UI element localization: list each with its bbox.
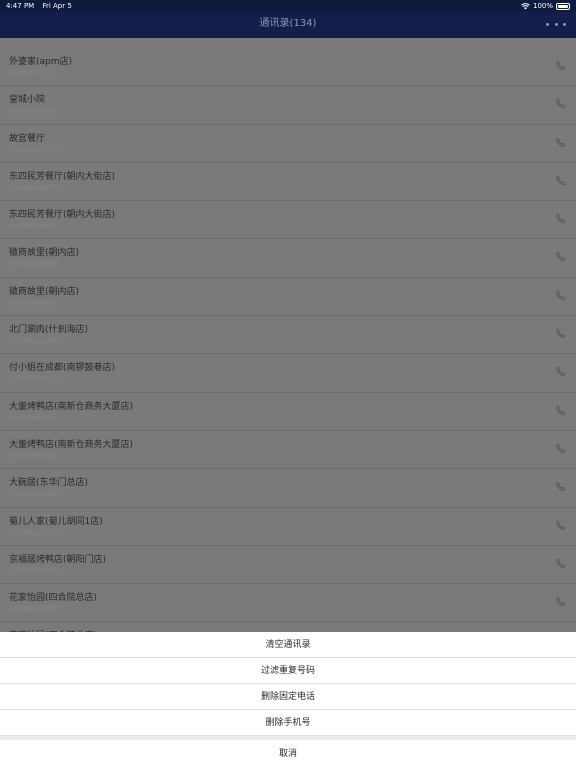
phone-icon[interactable] xyxy=(555,60,566,71)
contact-row[interactable]: 徽商故里(朝内店) 01058064665 xyxy=(0,239,576,278)
contact-phone: 01064058938 xyxy=(9,222,58,231)
page-title: 通讯录(134) xyxy=(259,18,317,29)
phone-icon[interactable] xyxy=(555,175,566,186)
cancel-button[interactable]: 取消 xyxy=(0,740,576,768)
battery-fill xyxy=(558,4,568,8)
contact-name: 大董烤鸭店(南新仓商务大厦店) xyxy=(9,439,134,450)
contact-name: 外婆家(apm店) xyxy=(9,57,73,67)
contact-phone: 01065225966 xyxy=(9,490,58,499)
contact-row[interactable]: 皇城小院 01065256299 xyxy=(0,86,576,125)
contact-name: 故宫餐厅 xyxy=(9,133,46,144)
contact-row[interactable]: 大碗居(东华门总店) 01065225966 xyxy=(0,469,576,508)
contact-name: 东四民芳餐厅(朝内大街店) xyxy=(9,210,116,221)
contact-name: 大碗居(东华门总店) xyxy=(9,478,89,489)
contact-phone: 01058064683 xyxy=(9,298,58,307)
phone-icon[interactable] xyxy=(555,98,566,109)
contact-phone: 01051690329 xyxy=(9,413,58,422)
contact-row[interactable]: 东四民芳餐厅(朝内大街店) 01064058933 xyxy=(0,163,576,202)
contact-phone: 01065518595 xyxy=(9,566,58,575)
contact-name: 北门涮肉(什刹海店) xyxy=(9,325,89,336)
phone-icon[interactable] xyxy=(555,366,566,377)
action-sheet: 清空通讯录 过滤重复号码 删除固定电话 删除手机号 取消 xyxy=(0,632,576,768)
app-root: 4:47 PM Fri Apr 5 100% 通讯录(134) 外婆家(apm店… xyxy=(0,0,576,768)
contact-row[interactable]: 东四民芳餐厅(朝内大街店) 01064058938 xyxy=(0,201,576,240)
status-left: 4:47 PM Fri Apr 5 xyxy=(6,0,78,12)
contact-phone: 01064030082 xyxy=(9,605,58,614)
contact-phone: 01065277171 xyxy=(9,69,58,77)
contact-phone: 01065281179 xyxy=(9,145,58,154)
contact-row[interactable]: 故宫餐厅 01065281179 xyxy=(0,125,576,163)
status-time: 4:47 PM xyxy=(6,2,35,10)
contact-phone: 01058064665 xyxy=(9,260,58,269)
phone-icon[interactable] xyxy=(555,137,566,148)
clear-contacts-button[interactable]: 清空通讯录 xyxy=(0,632,576,658)
phone-icon[interactable] xyxy=(555,328,566,339)
contact-row[interactable]: 徽商故里(朝内店) 01058064683 xyxy=(0,278,576,317)
contact-name: 徽商故里(朝内店) xyxy=(9,248,80,259)
phone-icon[interactable] xyxy=(555,520,566,531)
contact-row[interactable]: 付小姐在成都(南锣鼓巷店) 01064079613 xyxy=(0,354,576,393)
contact-phone: 01064008117 xyxy=(9,528,58,537)
contact-phone: 01064079613 xyxy=(9,375,58,384)
more-dot xyxy=(563,22,566,26)
wifi-icon xyxy=(521,2,530,9)
contact-phone: 01064058933 xyxy=(9,183,58,192)
contact-name: 花家怡园(四合院总店) xyxy=(9,593,98,604)
more-dot xyxy=(546,22,549,26)
phone-icon[interactable] xyxy=(555,290,566,301)
contact-row[interactable]: 花家怡园(四合院总店) 01064030082 xyxy=(0,584,576,623)
more-icon[interactable] xyxy=(546,20,566,28)
phone-icon[interactable] xyxy=(555,596,566,607)
phone-icon[interactable] xyxy=(555,213,566,224)
contact-row[interactable]: 菊儿人家(菊儿胡同1店) 01064008117 xyxy=(0,508,576,546)
filter-duplicates-button[interactable]: 过滤重复号码 xyxy=(0,658,576,684)
more-dot xyxy=(554,22,558,26)
contact-row[interactable]: 大董烤鸭店(南新仓商务大厦店) 01051690329 xyxy=(0,393,576,431)
delete-landlines-button[interactable]: 删除固定电话 xyxy=(0,684,576,710)
contact-name: 皇城小院 xyxy=(9,95,46,106)
status-right: 100% xyxy=(521,0,570,12)
phone-icon[interactable] xyxy=(555,558,566,569)
contact-phone: 01065256299 xyxy=(9,107,58,116)
contact-row[interactable]: 北门涮肉(什刹海店) 01066022266 xyxy=(0,316,576,355)
contact-name: 菊儿人家(菊儿胡同1店) xyxy=(9,516,103,527)
phone-icon[interactable] xyxy=(555,405,566,416)
status-bar: 4:47 PM Fri Apr 5 100% xyxy=(0,0,576,12)
battery-icon xyxy=(556,2,570,10)
contact-name: 大董烤鸭店(南新仓商务大厦店) xyxy=(9,401,134,412)
contact-name: 东四民芳餐厅(朝内大街店) xyxy=(9,171,116,182)
contact-row[interactable]: 京福居烤鸭店(朝阳门店) 01065518595 xyxy=(0,546,576,585)
phone-icon[interactable] xyxy=(555,481,566,492)
contact-phone: 01051690328 xyxy=(9,451,58,460)
contact-name: 付小姐在成都(南锣鼓巷店) xyxy=(9,363,116,374)
contact-row[interactable]: 大董烤鸭店(南新仓商务大厦店) 01051690328 xyxy=(0,431,576,470)
status-date: Fri Apr 5 xyxy=(42,2,72,10)
battery-percent: 100% xyxy=(532,2,553,10)
contact-phone: 01066022266 xyxy=(9,337,58,346)
phone-icon[interactable] xyxy=(555,443,566,454)
contact-row[interactable]: 外婆家(apm店) 01065277171 xyxy=(0,48,576,87)
contact-name: 徽商故里(朝内店) xyxy=(9,286,80,297)
contact-name: 京福居烤鸭店(朝阳门店) xyxy=(9,554,107,565)
phone-icon[interactable] xyxy=(555,251,566,262)
delete-mobiles-button[interactable]: 删除手机号 xyxy=(0,710,576,736)
contact-list: 外婆家(apm店) 01065277171 皇城小院 01065256299 故… xyxy=(0,48,576,661)
nav-bar: 通讯录(134) xyxy=(0,12,576,38)
